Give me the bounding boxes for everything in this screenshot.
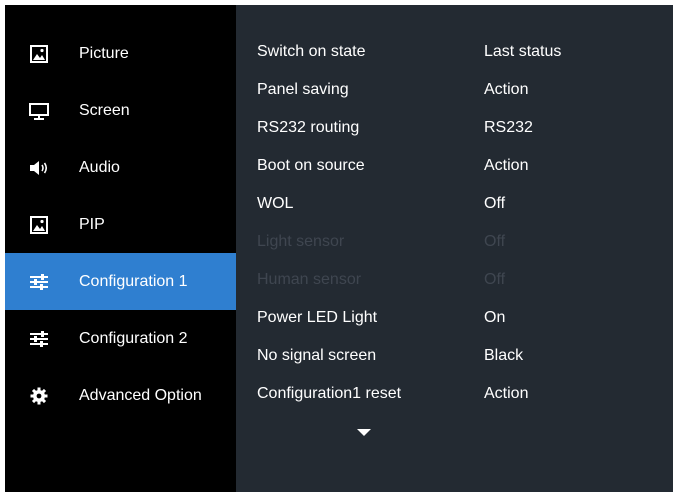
sidebar-item-pip[interactable]: PIP: [5, 196, 236, 253]
gear-icon: [28, 385, 50, 407]
setting-value: RS232: [484, 119, 533, 136]
sidebar-item-label: PIP: [79, 215, 105, 233]
sidebar-item-configuration-1[interactable]: Configuration 1: [5, 253, 236, 310]
setting-value: Off: [484, 233, 506, 250]
setting-label: Switch on state: [257, 43, 366, 60]
setting-human-sensor: Human sensor Off: [236, 265, 673, 295]
sidebar-item-label: Advanced Option: [79, 386, 202, 404]
sidebar-item-label: Configuration 2: [79, 329, 188, 347]
setting-power-led-light[interactable]: Power LED Light On: [236, 303, 673, 333]
monitor-icon: [28, 100, 50, 122]
setting-switch-on-state[interactable]: Switch on state Last status: [236, 37, 673, 67]
setting-value: Black: [484, 347, 524, 364]
setting-label: WOL: [257, 195, 294, 212]
sidebar-item-label: Screen: [79, 101, 130, 119]
setting-value: Action: [484, 157, 529, 174]
speaker-icon: [28, 157, 50, 179]
setting-label: Panel saving: [257, 81, 349, 98]
setting-value: On: [484, 309, 506, 326]
setting-label: Light sensor: [257, 233, 345, 250]
settings-panel: Switch on state Last status Panel saving…: [236, 5, 673, 492]
sliders-icon: [28, 271, 50, 293]
setting-rs232-routing[interactable]: RS232 routing RS232: [236, 113, 673, 143]
sidebar-item-picture[interactable]: Picture: [5, 25, 236, 82]
sliders-icon: [28, 328, 50, 350]
sidebar-item-label: Configuration 1: [79, 272, 188, 290]
sidebar: Picture Screen Audio PIP Configuration 1: [5, 5, 236, 492]
sidebar-item-label: Picture: [79, 44, 129, 62]
setting-light-sensor: Light sensor Off: [236, 227, 673, 257]
setting-wol[interactable]: WOL Off: [236, 189, 673, 219]
sidebar-item-advanced-option[interactable]: Advanced Option: [5, 367, 236, 424]
setting-value: Action: [484, 385, 529, 402]
setting-value: Off: [484, 271, 506, 288]
setting-label: Configuration1 reset: [257, 385, 402, 402]
setting-configuration1-reset[interactable]: Configuration1 reset Action: [236, 379, 673, 409]
osd-menu: Picture Screen Audio PIP Configuration 1: [5, 5, 673, 492]
pip-icon: [28, 214, 50, 236]
sidebar-item-configuration-2[interactable]: Configuration 2: [5, 310, 236, 367]
sidebar-item-audio[interactable]: Audio: [5, 139, 236, 196]
setting-value: Action: [484, 81, 529, 98]
sidebar-item-screen[interactable]: Screen: [5, 82, 236, 139]
sidebar-item-label: Audio: [79, 158, 120, 176]
setting-label: RS232 routing: [257, 119, 360, 136]
picture-icon: [28, 43, 50, 65]
setting-boot-on-source[interactable]: Boot on source Action: [236, 151, 673, 181]
setting-panel-saving[interactable]: Panel saving Action: [236, 75, 673, 105]
setting-label: Power LED Light: [257, 309, 378, 326]
setting-label: Human sensor: [257, 271, 362, 288]
setting-label: No signal screen: [257, 347, 377, 364]
setting-no-signal-screen[interactable]: No signal screen Black: [236, 341, 673, 371]
setting-value: Off: [484, 195, 506, 212]
setting-value: Last status: [484, 43, 562, 60]
setting-label: Boot on source: [257, 157, 365, 174]
chevron-down-icon[interactable]: [357, 425, 371, 436]
